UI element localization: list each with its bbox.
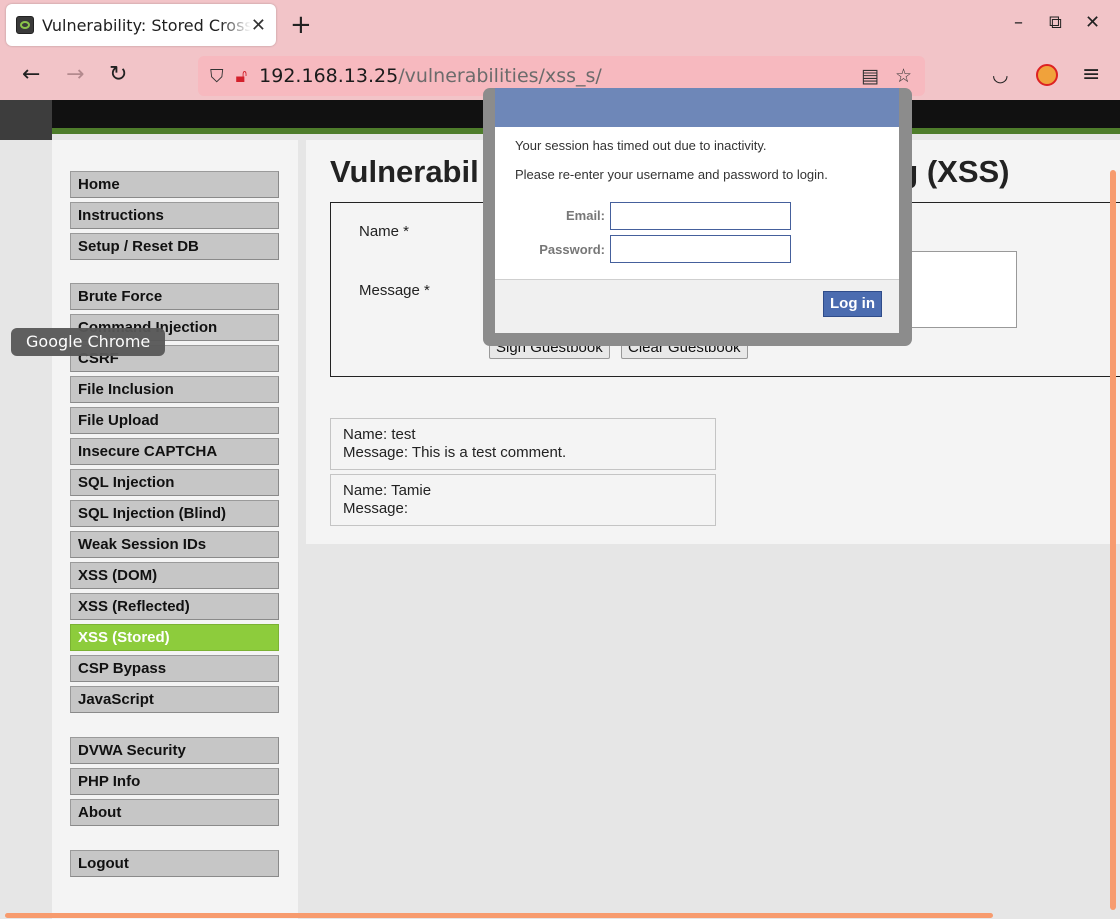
sidebar-item-sql-injection-blind[interactable]: SQL Injection (Blind) [70, 500, 279, 527]
sidebar-item-xss-reflected[interactable]: XSS (Reflected) [70, 593, 279, 620]
comment-message: Message: [343, 500, 409, 517]
horizontal-scrollbar[interactable] [5, 913, 993, 918]
sidebar-item-brute-force[interactable]: Brute Force [70, 283, 279, 310]
menu-icon[interactable]: ≡ [1082, 62, 1100, 88]
comment-message: Message: This is a test comment. [343, 444, 567, 461]
sidebar-item-javascript[interactable]: JavaScript [70, 686, 279, 713]
session-timeout-message: Your session has timed out due to inacti… [515, 138, 767, 153]
page-strip [0, 100, 52, 140]
dvwa-favicon-icon [16, 16, 34, 34]
tab-title: Vulnerability: Stored Cross Site Scripti… [42, 15, 251, 35]
url-host: 192.168.13.25 [259, 65, 399, 87]
modal-footer: Log in [495, 279, 899, 333]
sidebar-item-insecure-captcha[interactable]: Insecure CAPTCHA [70, 438, 279, 465]
login-button[interactable]: Log in [823, 291, 882, 317]
url-path: /vulnerabilities/xss_s/ [398, 65, 602, 87]
sidebar-item-php-info[interactable]: PHP Info [70, 768, 279, 795]
sidebar-item-home[interactable]: Home [70, 171, 279, 198]
back-arrow-icon[interactable]: ← [22, 62, 40, 88]
modal-header [495, 88, 899, 127]
sidebar-item-sql-injection[interactable]: SQL Injection [70, 469, 279, 496]
restore-icon[interactable]: ⧉ [1049, 12, 1062, 33]
password-label: Password: [539, 242, 605, 257]
email-label: Email: [565, 208, 605, 223]
forward-arrow-icon[interactable]: → [66, 62, 84, 88]
sidebar-item-setup-reset-db[interactable]: Setup / Reset DB [70, 233, 279, 260]
extension-icon[interactable] [1036, 64, 1058, 86]
password-field[interactable] [610, 235, 791, 263]
sidebar-item-xss-stored[interactable]: XSS (Stored) [70, 624, 279, 651]
shield-icon[interactable]: ⛉ [210, 66, 224, 87]
new-tab-icon[interactable]: + [290, 12, 312, 38]
comment-name: Name: test [343, 426, 416, 443]
tab-bar: Vulnerability: Stored Cross Site Scripti… [0, 0, 1120, 52]
reader-view-icon[interactable]: ▤ [861, 65, 879, 87]
sidebar-item-xss-dom[interactable]: XSS (DOM) [70, 562, 279, 589]
sidebar-item-file-inclusion[interactable]: File Inclusion [70, 376, 279, 403]
close-tab-icon[interactable]: ✕ [251, 15, 266, 36]
sidebar-item-weak-session-ids[interactable]: Weak Session IDs [70, 531, 279, 558]
app-tooltip: Google Chrome [11, 328, 166, 356]
sidebar-item-csp-bypass[interactable]: CSP Bypass [70, 655, 279, 682]
relogin-message: Please re-enter your username and passwo… [515, 167, 828, 182]
star-icon[interactable]: ☆ [895, 65, 912, 87]
sidebar-item-logout[interactable]: Logout [70, 850, 279, 877]
comment-entry: Name: test Message: This is a test comme… [330, 418, 716, 470]
reload-icon[interactable]: ↻ [109, 62, 127, 88]
minimize-icon[interactable]: – [1014, 12, 1023, 33]
sidebar-item-file-upload[interactable]: File Upload [70, 407, 279, 434]
pocket-icon[interactable]: ◡ [992, 62, 1009, 88]
email-field[interactable] [610, 202, 791, 230]
sidebar-item-instructions[interactable]: Instructions [70, 202, 279, 229]
insecure-lock-icon[interactable]: 🔓︎ [236, 66, 248, 87]
close-window-icon[interactable]: ✕ [1085, 12, 1100, 33]
browser-tab[interactable]: Vulnerability: Stored Cross Site Scripti… [6, 4, 276, 46]
sidebar-item-about[interactable]: About [70, 799, 279, 826]
comment-name: Name: Tamie [343, 482, 432, 499]
page-title-left: Vulnerabil [330, 154, 479, 189]
comment-entry: Name: Tamie Message: [330, 474, 716, 526]
message-label: Message * [359, 282, 430, 299]
name-label: Name * [359, 223, 410, 240]
login-modal: Your session has timed out due to inacti… [495, 88, 899, 333]
sidebar-item-dvwa-security[interactable]: DVWA Security [70, 737, 279, 764]
vertical-scrollbar[interactable] [1110, 170, 1116, 910]
sidebar-menu: Home Instructions Setup / Reset DB Brute Fo… [52, 140, 298, 919]
